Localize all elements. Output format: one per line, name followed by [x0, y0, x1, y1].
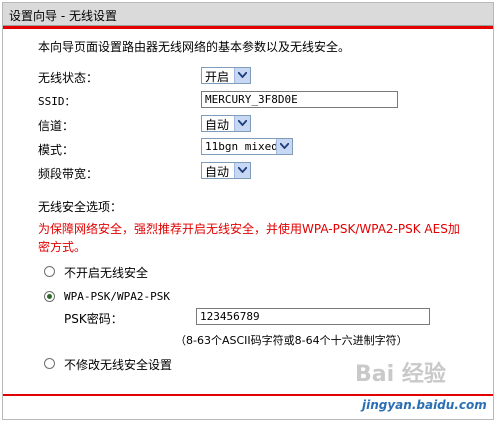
watermark-url: jingyan.baidu.com [362, 398, 487, 412]
bandwidth-label: 频段带宽： [38, 167, 99, 181]
page-header: 设置向导 - 无线设置 [3, 3, 493, 26]
wireless-status-value: 开启 [205, 70, 230, 84]
chevron-down-icon[interactable] [276, 139, 292, 154]
mode-select[interactable]: 11bgn mixed [201, 138, 293, 155]
header-divider [3, 26, 493, 29]
radio-keep-security-label: 不修改无线安全设置 [64, 358, 173, 372]
channel-select[interactable]: 自动 [201, 115, 251, 132]
radio-no-security-label: 不开启无线安全 [64, 266, 149, 280]
mode-value: 11bgn mixed [205, 140, 278, 153]
radio-no-security[interactable] [44, 266, 55, 277]
chevron-down-icon[interactable] [234, 68, 250, 83]
radio-wpa-psk[interactable] [44, 291, 55, 302]
psk-password-label: PSK密码： [64, 312, 123, 326]
ssid-label: SSID： [38, 95, 76, 108]
footer-divider [3, 394, 493, 396]
intro-text: 本向导页面设置路由器无线网络的基本参数以及无线安全。 [38, 40, 351, 54]
chevron-down-icon[interactable] [234, 116, 250, 131]
page-title: 设置向导 - 无线设置 [9, 9, 117, 23]
chevron-down-icon[interactable] [234, 163, 250, 178]
bandwidth-value: 自动 [205, 165, 230, 179]
channel-value: 自动 [205, 118, 230, 132]
ssid-field[interactable] [201, 91, 398, 108]
psk-password-field[interactable] [196, 308, 430, 325]
radio-wpa-psk-label: WPA-PSK/WPA2-PSK [64, 290, 170, 303]
watermark-logo: Bai 经验 [355, 362, 446, 387]
mode-label: 模式： [38, 143, 75, 157]
wireless-status-select[interactable]: 开启 [201, 67, 251, 84]
psk-password-input[interactable] [197, 309, 429, 324]
radio-selected-dot [47, 294, 52, 299]
bandwidth-select[interactable]: 自动 [201, 162, 251, 179]
security-heading: 无线安全选项： [38, 200, 123, 214]
channel-label: 信道： [38, 119, 75, 133]
radio-keep-security[interactable] [44, 358, 55, 369]
ssid-input[interactable] [202, 92, 397, 107]
security-warning: 为保障网络安全，强烈推荐开启无线安全，并使用WPA-PSK/WPA2-PSK A… [38, 222, 460, 254]
psk-hint: （8-63个ASCII码字符或8-64个十六进制字符） [175, 334, 408, 347]
wireless-status-label: 无线状态： [38, 71, 99, 85]
